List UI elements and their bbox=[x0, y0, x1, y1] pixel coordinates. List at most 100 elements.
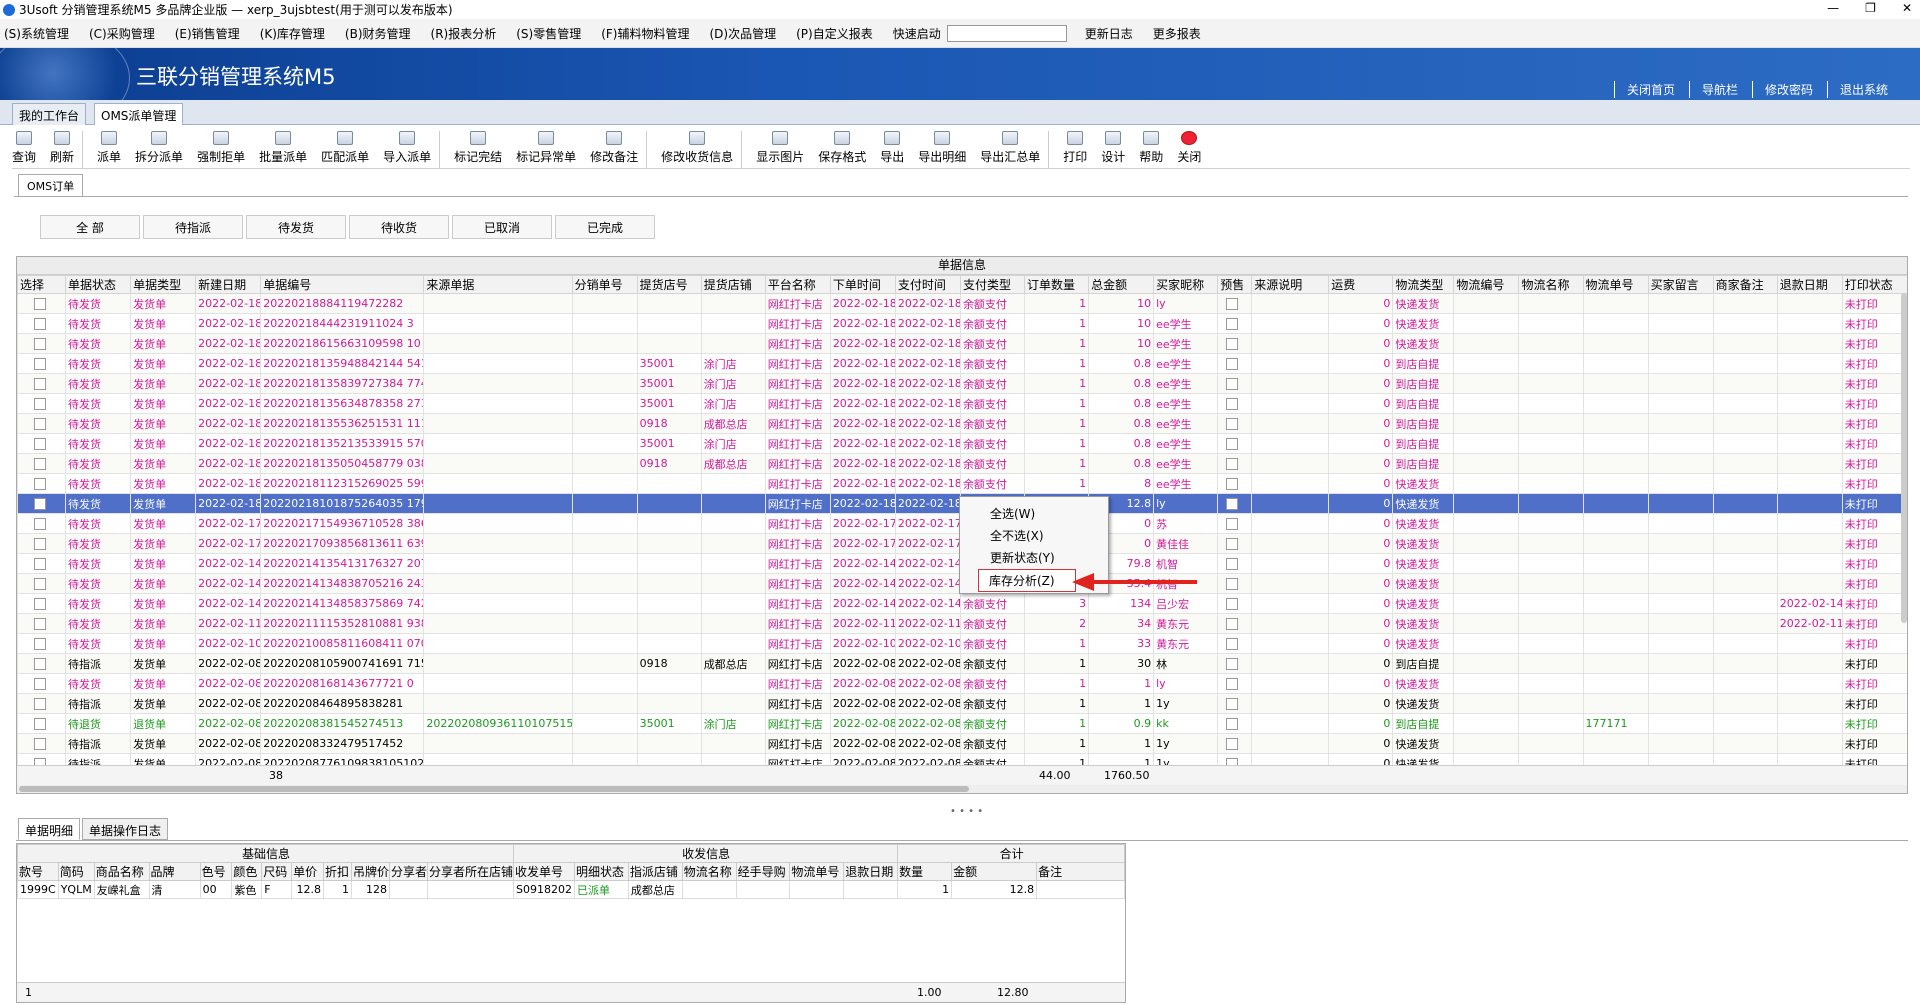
detail-column-header[interactable]: 单价 bbox=[291, 862, 325, 881]
menu-deselect-all[interactable]: 全不选(X) bbox=[990, 527, 1044, 544]
save-format-button[interactable]: 保存格式 bbox=[818, 131, 866, 168]
presale-checkbox[interactable] bbox=[1226, 338, 1239, 350]
detail-column-header[interactable]: 品牌 bbox=[148, 862, 201, 881]
presale-checkbox[interactable] bbox=[1226, 358, 1239, 370]
export-button[interactable]: 导出 bbox=[880, 131, 904, 168]
menu-update-status[interactable]: 更新状态(Y) bbox=[990, 549, 1055, 566]
presale-checkbox[interactable] bbox=[1226, 298, 1239, 310]
presale-checkbox[interactable] bbox=[1226, 458, 1239, 470]
match-dispatch-button[interactable]: 匹配派单 bbox=[321, 131, 369, 168]
menu-inventory-analysis[interactable]: 库存分析(Z) bbox=[978, 569, 1076, 592]
presale-checkbox[interactable] bbox=[1226, 538, 1239, 550]
row-checkbox[interactable] bbox=[34, 598, 46, 610]
row-checkbox[interactable] bbox=[34, 398, 46, 410]
column-header[interactable]: 下单时间 bbox=[829, 275, 896, 294]
table-row[interactable]: 待发货 发货单 2022-02-18 20220218884119472282 网红打卡… bbox=[17, 293, 1907, 314]
column-header[interactable]: 商家备注 bbox=[1712, 275, 1778, 294]
column-header[interactable]: 来源说明 bbox=[1251, 275, 1330, 294]
column-header[interactable]: 总金额 bbox=[1088, 275, 1155, 294]
table-row[interactable]: 待发货 发货单 2022-02-18 20220218135050458779 038… bbox=[17, 453, 1907, 474]
table-row[interactable]: 待发货 发货单 2022-02-18 20220218444231911024 3 网红… bbox=[17, 313, 1907, 334]
detail-column-header[interactable]: 明细状态 bbox=[573, 862, 629, 881]
vertical-scrollbar[interactable] bbox=[1901, 293, 1907, 623]
close-window-button[interactable]: ✕ bbox=[1902, 1, 1912, 15]
tab-oms-orders[interactable]: OMS订单 bbox=[18, 174, 84, 196]
detail-column-header[interactable]: 数量 bbox=[897, 862, 953, 881]
row-checkbox[interactable] bbox=[34, 578, 46, 590]
change-password-link[interactable]: 修改密码 bbox=[1751, 81, 1825, 98]
table-row[interactable]: 待发货 发货单 2022-02-18 20220218135536251531 111… bbox=[17, 413, 1907, 434]
presale-checkbox[interactable] bbox=[1226, 498, 1239, 510]
row-checkbox[interactable] bbox=[34, 738, 46, 750]
menu-update-log[interactable]: 更新日志 bbox=[1085, 25, 1133, 42]
column-header[interactable]: 支付时间 bbox=[894, 275, 961, 294]
detail-column-header[interactable]: 款号 bbox=[17, 862, 59, 881]
column-header[interactable]: 新建日期 bbox=[195, 275, 262, 294]
column-header[interactable]: 支付类型 bbox=[959, 275, 1026, 294]
column-header[interactable]: 买家留言 bbox=[1647, 275, 1714, 294]
row-checkbox[interactable] bbox=[34, 618, 46, 630]
detail-column-header[interactable]: 备注 bbox=[1036, 862, 1125, 881]
table-row[interactable]: 待指派 发货单 2022-02-08 20220208332479517452 网红打卡… bbox=[17, 733, 1907, 754]
horizontal-scrollbar[interactable] bbox=[17, 785, 1907, 793]
table-row[interactable]: 待发货 发货单 2022-02-18 20220218135839727384 774… bbox=[17, 373, 1907, 394]
filter-pending-ship[interactable]: 待发货 bbox=[246, 215, 346, 239]
menu-finance[interactable]: (B)财务管理 bbox=[345, 25, 411, 42]
row-checkbox[interactable] bbox=[34, 378, 46, 390]
detail-column-header[interactable]: 尺码 bbox=[261, 862, 293, 881]
filter-all[interactable]: 全 部 bbox=[40, 215, 140, 239]
detail-column-header[interactable]: 颜色 bbox=[231, 862, 263, 881]
table-row[interactable]: 待指派 发货单 2022-02-08 20220208464895838281 网红打卡… bbox=[17, 693, 1907, 714]
presale-checkbox[interactable] bbox=[1226, 438, 1239, 450]
column-header[interactable]: 单据状态 bbox=[65, 275, 132, 294]
help-button[interactable]: 帮助 bbox=[1139, 131, 1163, 168]
row-checkbox[interactable] bbox=[34, 658, 46, 670]
row-checkbox[interactable] bbox=[34, 418, 46, 430]
presale-checkbox[interactable] bbox=[1226, 738, 1239, 750]
column-header[interactable]: 打印状态 bbox=[1841, 275, 1907, 294]
column-header[interactable]: 物流单号 bbox=[1582, 275, 1649, 294]
detail-column-header[interactable]: 金额 bbox=[951, 862, 1038, 881]
column-header[interactable]: 物流编号 bbox=[1453, 275, 1520, 294]
mark-exception-button[interactable]: 标记异常单 bbox=[516, 131, 576, 168]
filter-completed[interactable]: 已完成 bbox=[555, 215, 655, 239]
column-header[interactable]: 单据编号 bbox=[260, 275, 425, 294]
menu-system[interactable]: (S)系统管理 bbox=[4, 25, 69, 42]
row-checkbox[interactable] bbox=[34, 458, 46, 470]
filter-cancelled[interactable]: 已取消 bbox=[452, 215, 552, 239]
exit-system-link[interactable]: 退出系统 bbox=[1826, 81, 1900, 98]
column-header[interactable]: 平台名称 bbox=[764, 275, 831, 294]
column-header[interactable]: 买家昵称 bbox=[1153, 275, 1219, 294]
filter-pending-assign[interactable]: 待指派 bbox=[143, 215, 243, 239]
presale-checkbox[interactable] bbox=[1226, 578, 1239, 590]
detail-column-header[interactable]: 收发单号 bbox=[513, 862, 575, 881]
edit-remark-button[interactable]: 修改备注 bbox=[590, 131, 648, 168]
tab-oms-dispatch[interactable]: OMS派单管理 bbox=[94, 103, 184, 125]
menu-defects[interactable]: (D)次品管理 bbox=[710, 25, 777, 42]
print-button[interactable]: 打印 bbox=[1063, 131, 1087, 168]
quick-start-input[interactable] bbox=[946, 24, 1067, 42]
edit-receiving-info-button[interactable]: 修改收货信息 bbox=[661, 131, 743, 168]
detail-column-header[interactable]: 分享者 bbox=[388, 862, 428, 881]
presale-checkbox[interactable] bbox=[1226, 698, 1239, 710]
presale-checkbox[interactable] bbox=[1226, 678, 1239, 690]
import-dispatch-button[interactable]: 导入派单 bbox=[383, 131, 441, 168]
presale-checkbox[interactable] bbox=[1226, 598, 1239, 610]
menu-sales[interactable]: (E)销售管理 bbox=[175, 25, 240, 42]
column-header[interactable]: 物流名称 bbox=[1518, 275, 1584, 294]
row-checkbox[interactable] bbox=[34, 638, 46, 650]
query-button[interactable]: 查询 bbox=[12, 131, 36, 168]
tab-workbench[interactable]: 我的工作台 bbox=[12, 103, 87, 125]
menu-purchase[interactable]: (C)采购管理 bbox=[89, 25, 155, 42]
close-home-link[interactable]: 关闭首页 bbox=[1613, 81, 1687, 98]
column-header[interactable]: 来源单据 bbox=[423, 275, 573, 294]
column-header[interactable]: 物流类型 bbox=[1392, 275, 1455, 294]
dispatch-button[interactable]: 派单 bbox=[97, 131, 121, 168]
table-row[interactable]: 待发货 发货单 2022-02-08 20220208168143677721 0 网红… bbox=[17, 673, 1907, 694]
table-row[interactable]: 待退货 退货单 2022-02-08 20220208381545274513 2022… bbox=[17, 713, 1907, 734]
close-button[interactable]: 关闭 bbox=[1177, 131, 1201, 168]
scrollbar-thumb[interactable] bbox=[19, 786, 969, 792]
column-header[interactable]: 提货店铺 bbox=[700, 275, 766, 294]
presale-checkbox[interactable] bbox=[1226, 558, 1239, 570]
table-row[interactable]: 待发货 发货单 2022-02-18 20220218135213533915 570… bbox=[17, 433, 1907, 454]
